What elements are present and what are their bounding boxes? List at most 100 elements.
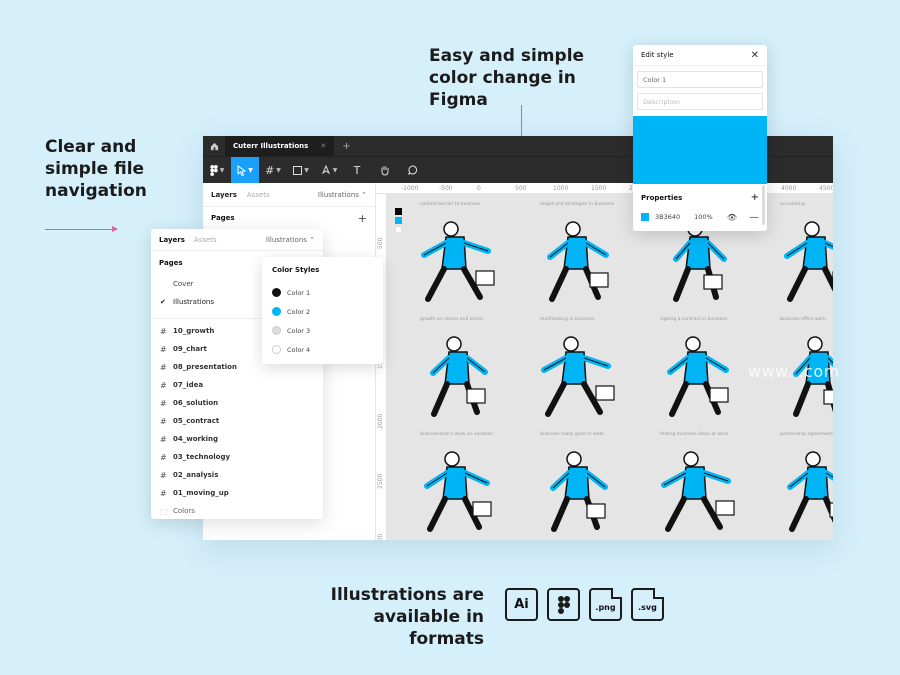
layer-item[interactable]: #07_idea <box>151 376 323 394</box>
layer-label: 10_growth <box>173 327 215 335</box>
description-input[interactable]: Description <box>637 93 763 110</box>
pages-heading: Pages <box>211 214 235 222</box>
layer-label: 08_presentation <box>173 363 237 371</box>
format-icons: Ai .png .svg <box>505 588 664 621</box>
illustration-art <box>784 221 833 302</box>
ai-format-icon: Ai <box>505 588 538 621</box>
file-tab-title: Cuterr Illustrations <box>233 142 309 150</box>
move-tool-icon[interactable]: ▼ <box>231 157 259 183</box>
frame-label: business office work <box>780 317 826 322</box>
arrow-right <box>45 226 118 232</box>
layers-tab[interactable]: Layers <box>211 191 237 199</box>
fill-swatch[interactable] <box>641 213 649 221</box>
color-style-label: Color 1 <box>287 288 311 297</box>
frame-tool-icon[interactable]: # ▼ <box>259 157 287 183</box>
layer-item[interactable]: #01_moving_up <box>151 484 323 502</box>
layer-item[interactable]: #02_analysis <box>151 466 323 484</box>
check-icon: ✔ <box>160 298 166 306</box>
illustration-frame[interactable]: target and strategies in business <box>518 201 634 316</box>
layer-item[interactable]: #05_contract <box>151 412 323 430</box>
illustration-art <box>421 221 495 302</box>
illustration-art <box>430 336 488 417</box>
illustration-frame[interactable]: contact barrier to business <box>398 201 514 316</box>
page-dropdown[interactable]: Illustrations ⌃ <box>266 236 315 244</box>
illustration-frame[interactable]: signing a contract in business <box>638 316 754 431</box>
color-style-item[interactable]: Color 2 <box>262 302 383 321</box>
illustration-frame[interactable]: partnership agreements in business <box>758 431 833 540</box>
frame-label: multitasking in business <box>540 317 595 322</box>
ruler-tick-label: 500 <box>377 237 384 249</box>
illustration-frame[interactable]: businessman's work on vacation <box>398 431 514 540</box>
caption-color-change: Easy and simple color change in Figma <box>429 46 585 110</box>
layer-label: 09_chart <box>173 345 207 353</box>
close-icon[interactable]: ✕ <box>320 142 326 150</box>
illustration-frame[interactable]: multitasking in business <box>518 316 634 431</box>
frame-icon: # <box>160 362 167 372</box>
layer-item-colors[interactable]: ⬚ Colors <box>151 502 323 520</box>
ruler-tick-label: 2500 <box>377 473 384 489</box>
ruler-tick-label: 4500 <box>819 185 833 192</box>
comment-tool-icon[interactable] <box>399 157 427 183</box>
frame-label: partnership agreements in business <box>780 432 833 437</box>
assets-tab[interactable]: Assets <box>247 191 270 199</box>
layer-label: 04_working <box>173 435 219 443</box>
assets-tab[interactable]: Assets <box>194 236 217 244</box>
layer-label: 07_idea <box>173 381 204 389</box>
illustration-frame[interactable]: business really goes to work <box>518 431 634 540</box>
layer-label: 03_technology <box>173 453 231 461</box>
eye-icon[interactable]: 👁 <box>727 213 737 222</box>
color-style-item[interactable]: Color 3 <box>262 321 383 340</box>
illustration-frame[interactable]: accounting <box>758 201 833 316</box>
illustration-frame[interactable]: growth on stocks and prices <box>398 316 514 431</box>
style-name-input[interactable]: Color 1 <box>637 71 763 88</box>
text-tool-icon[interactable]: T <box>343 157 371 183</box>
color-style-item[interactable]: Color 4 <box>262 340 383 359</box>
file-tab[interactable]: Cuterr Illustrations ✕ <box>225 136 335 156</box>
home-icon[interactable] <box>203 136 225 156</box>
layer-label: 06_solution <box>173 399 219 407</box>
edit-style-panel: Edit style ✕ Color 1 Description Propert… <box>633 45 767 231</box>
new-tab-icon[interactable]: + <box>342 141 350 152</box>
color-styles-panel: Color Styles Color 1 Color 2 Color 3 Color … <box>262 257 383 364</box>
figma-format-icon <box>547 588 580 621</box>
color-styles-title: Color Styles <box>272 266 320 274</box>
fill-hex[interactable]: 3B3640 <box>655 213 680 221</box>
frame-icon: # <box>160 380 167 390</box>
color-style-label: Color 3 <box>287 326 311 335</box>
pen-tool-icon[interactable]: ▼ <box>315 157 343 183</box>
close-icon[interactable]: ✕ <box>751 50 759 61</box>
pages-heading: Pages <box>159 259 183 267</box>
png-format-icon: .png <box>589 588 622 621</box>
remove-fill-icon[interactable]: — <box>749 212 759 223</box>
figma-menu-icon[interactable]: ▼ <box>203 157 231 183</box>
frame-icon: # <box>160 434 167 444</box>
frame-icon: # <box>160 326 167 336</box>
frame-label: signing a contract in business <box>660 317 728 322</box>
fill-row[interactable]: 3B3640 100% 👁 — <box>633 208 767 226</box>
layers-tab[interactable]: Layers <box>159 236 185 244</box>
frame-label: finding business ideas at work <box>660 432 729 437</box>
color-dot <box>272 307 281 316</box>
illustration-art <box>424 451 492 532</box>
ruler-tick-label: 2000 <box>377 413 384 429</box>
illustration-frame[interactable]: finding business ideas at work <box>638 431 754 540</box>
page-dropdown[interactable]: Illustrations ⌃ <box>318 191 367 199</box>
layer-label: Colors <box>173 507 195 515</box>
color-style-item[interactable]: Color 1 <box>262 283 383 302</box>
layer-item[interactable]: #04_working <box>151 430 323 448</box>
fill-opacity[interactable]: 100% <box>694 213 713 221</box>
svg-format-icon: .svg <box>631 588 664 621</box>
shape-tool-icon[interactable]: ▼ <box>287 157 315 183</box>
page-label: Cover <box>173 280 194 288</box>
scrollbar[interactable] <box>762 185 765 225</box>
color-dot <box>272 326 281 335</box>
add-page-icon[interactable]: + <box>358 212 367 225</box>
illustration-art <box>547 221 609 302</box>
frame-icon: # <box>160 488 167 498</box>
illustration-art <box>550 451 608 532</box>
add-property-icon[interactable]: + <box>751 192 759 203</box>
hand-tool-icon[interactable] <box>371 157 399 183</box>
layer-item[interactable]: #03_technology <box>151 448 323 466</box>
layer-item[interactable]: #06_solution <box>151 394 323 412</box>
ruler-tick-label: 1500 <box>591 185 607 192</box>
